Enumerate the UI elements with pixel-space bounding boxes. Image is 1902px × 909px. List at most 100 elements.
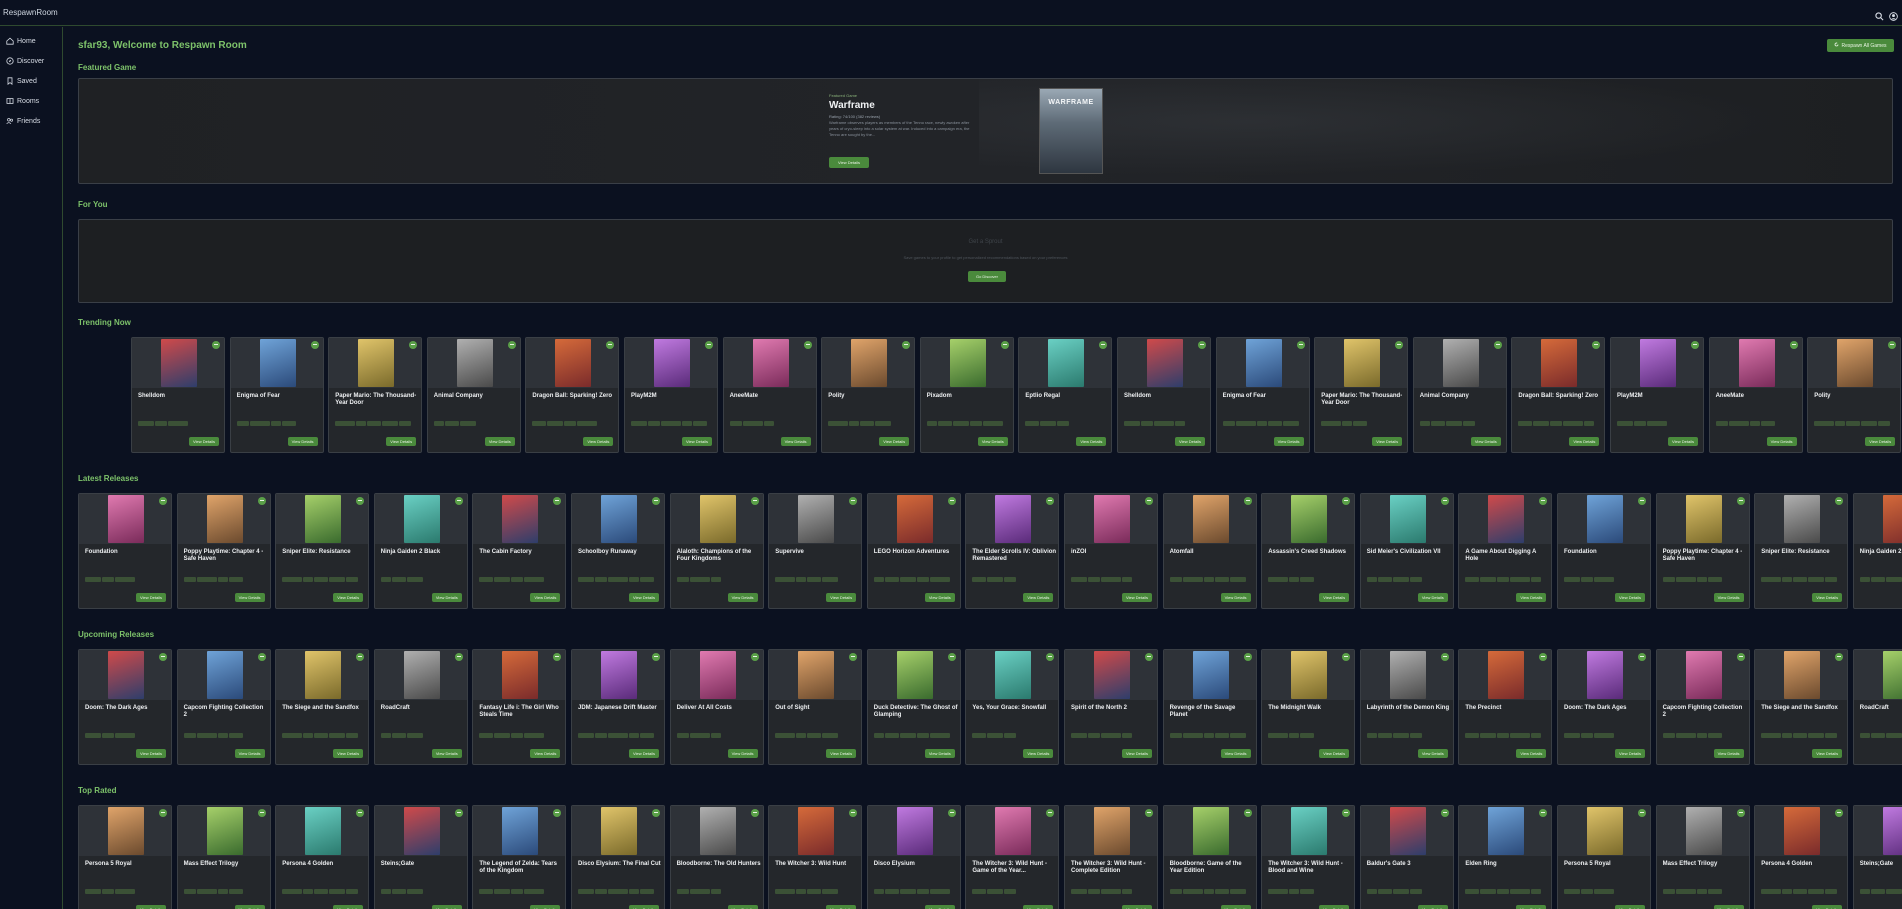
view-details-button[interactable]: View Details <box>1175 437 1205 446</box>
view-details-button[interactable]: View Details <box>1023 905 1054 909</box>
game-card[interactable]: Elden Ring View Details <box>1458 805 1553 909</box>
view-details-button[interactable]: View Details <box>924 905 955 909</box>
view-details-button[interactable]: View Details <box>879 437 910 446</box>
game-card[interactable]: inZOI View Details <box>1064 493 1158 609</box>
add-to-saved-icon[interactable] <box>1691 341 1699 349</box>
game-card[interactable]: PlayM2M View Details <box>1610 337 1704 453</box>
game-card[interactable]: Persona 5 Royal View Details <box>78 805 172 909</box>
add-to-saved-icon[interactable] <box>159 497 167 505</box>
game-card[interactable]: Disco Elysium View Details <box>866 805 961 909</box>
game-card[interactable]: Doom: The Dark Ages View Details <box>1557 649 1651 765</box>
view-details-button[interactable]: View Details <box>1122 749 1152 758</box>
view-details-button[interactable]: View Details <box>583 437 614 446</box>
view-details-button[interactable]: View Details <box>1372 437 1403 446</box>
sidebar-item-home[interactable]: Home <box>0 31 62 51</box>
game-card[interactable]: Shelldom View Details <box>131 337 225 453</box>
game-card[interactable]: Sid Meier's Civilization VII View Details <box>1359 493 1454 609</box>
game-card[interactable]: PlayM2M View Details <box>624 337 718 453</box>
view-details-button[interactable]: View Details <box>1319 905 1350 909</box>
game-card[interactable]: Foundation View Details <box>78 493 172 609</box>
view-details-button[interactable]: View Details <box>234 749 265 758</box>
add-to-saved-icon[interactable] <box>947 653 956 661</box>
view-details-button[interactable]: View Details <box>629 905 659 909</box>
view-details-button[interactable]: View Details <box>629 593 659 602</box>
game-card[interactable]: Steins;Gate View Details <box>373 805 468 909</box>
view-details-button[interactable]: View Details <box>484 437 515 446</box>
game-card[interactable]: Animal Company View Details <box>1412 337 1507 453</box>
view-details-button[interactable]: View Details <box>136 905 166 909</box>
game-card[interactable]: JDM: Japanese Drift Master View Details <box>571 649 665 765</box>
view-details-button[interactable]: View Details <box>1220 593 1251 602</box>
add-to-saved-icon[interactable] <box>159 653 167 661</box>
sidebar-item-discover[interactable]: Discover <box>0 51 62 71</box>
game-card[interactable]: Bloodborne: The Old Hunters View Details <box>669 805 764 909</box>
view-details-button[interactable]: View Details <box>1122 905 1152 909</box>
view-details-button[interactable]: View Details <box>1516 593 1547 602</box>
view-details-button[interactable]: View Details <box>234 905 265 909</box>
view-details-button[interactable]: View Details <box>924 593 955 602</box>
view-details-button[interactable]: View Details <box>1668 437 1698 446</box>
view-details-button[interactable]: View Details <box>1319 749 1350 758</box>
view-details-button[interactable]: View Details <box>1569 437 1600 446</box>
game-card[interactable]: Deliver At All Costs View Details <box>669 649 764 765</box>
game-card[interactable]: Dragon Ball: Sparking! Zero View Details <box>525 337 620 453</box>
add-to-saved-icon[interactable] <box>1296 341 1305 349</box>
game-card[interactable]: Yes, Your Grace: Snowfall View Details <box>965 649 1060 765</box>
view-details-button[interactable]: View Details <box>727 905 758 909</box>
view-details-button[interactable]: View Details <box>1766 437 1797 446</box>
view-details-button[interactable]: View Details <box>1417 905 1448 909</box>
game-card[interactable]: The Precinct View Details <box>1458 649 1553 765</box>
add-to-saved-icon[interactable] <box>310 341 319 349</box>
game-card[interactable]: The Witcher 3: Wild Hunt - Complete Edit… <box>1064 805 1158 909</box>
view-details-button[interactable]: View Details <box>530 593 561 602</box>
add-to-saved-icon[interactable] <box>1145 809 1153 817</box>
game-card[interactable]: A Game About Digging A Hole View Details <box>1458 493 1553 609</box>
view-details-button[interactable]: View Details <box>1023 749 1054 758</box>
view-details-button[interactable]: View Details <box>682 437 712 446</box>
game-card[interactable]: AneeMate View Details <box>1708 337 1803 453</box>
add-to-saved-icon[interactable] <box>1638 497 1646 505</box>
game-card[interactable]: Polity View Details <box>821 337 916 453</box>
add-to-saved-icon[interactable] <box>947 497 956 505</box>
view-details-button[interactable]: View Details <box>924 749 955 758</box>
sidebar-item-friends[interactable]: Friends <box>0 111 62 131</box>
game-card[interactable]: Alaloth: Champions of the Four Kingdoms V… <box>669 493 764 609</box>
view-details-button[interactable]: View Details <box>1713 593 1744 602</box>
add-to-saved-icon[interactable] <box>750 809 759 817</box>
view-details-button[interactable]: View Details <box>977 437 1008 446</box>
game-card[interactable]: Atomfall View Details <box>1162 493 1257 609</box>
game-card[interactable]: Doom: The Dark Ages View Details <box>78 649 172 765</box>
view-details-button[interactable]: View Details <box>1076 437 1107 446</box>
game-card[interactable]: Duck Detective: The Ghost of Glamping Vie… <box>866 649 961 765</box>
add-to-saved-icon[interactable] <box>1440 809 1449 817</box>
add-to-saved-icon[interactable] <box>1638 653 1646 661</box>
add-to-saved-icon[interactable] <box>1493 341 1502 349</box>
view-details-button[interactable]: View Details <box>530 749 561 758</box>
view-details-button[interactable]: View Details <box>1220 905 1251 909</box>
game-card[interactable]: RoadCraftView Details <box>1852 649 1902 765</box>
view-details-button[interactable]: View Details <box>1122 593 1152 602</box>
add-to-saved-icon[interactable] <box>1638 809 1646 817</box>
view-details-button[interactable]: View Details <box>1615 593 1645 602</box>
add-to-saved-icon[interactable] <box>257 497 266 505</box>
add-to-saved-icon[interactable] <box>257 809 266 817</box>
sidebar-item-rooms[interactable]: Rooms <box>0 91 62 111</box>
view-details-button[interactable]: View Details <box>136 593 166 602</box>
add-to-saved-icon[interactable] <box>947 809 956 817</box>
view-details-button[interactable]: View Details <box>826 749 857 758</box>
game-card[interactable]: Paper Mario: The Thousand-Year Door View … <box>1314 337 1409 453</box>
view-details-button[interactable]: View Details <box>189 437 219 446</box>
view-details-button[interactable]: View Details <box>1615 749 1645 758</box>
view-details-button[interactable]: View Details <box>780 437 811 446</box>
view-details-button[interactable]: View Details <box>234 593 265 602</box>
add-to-saved-icon[interactable] <box>1440 653 1449 661</box>
go-discover-button[interactable]: Go Discover <box>968 271 1006 282</box>
add-to-saved-icon[interactable] <box>1000 341 1009 349</box>
add-to-saved-icon[interactable] <box>507 341 516 349</box>
view-details-button[interactable]: View Details <box>431 593 462 602</box>
view-details-button[interactable]: View Details <box>1615 905 1645 909</box>
add-to-saved-icon[interactable] <box>750 497 759 505</box>
game-card[interactable]: Spirit of the North 2 View Details <box>1064 649 1158 765</box>
add-to-saved-icon[interactable] <box>803 341 812 349</box>
game-card[interactable]: The Elder Scrolls IV: Oblivion Remastere… <box>965 493 1060 609</box>
